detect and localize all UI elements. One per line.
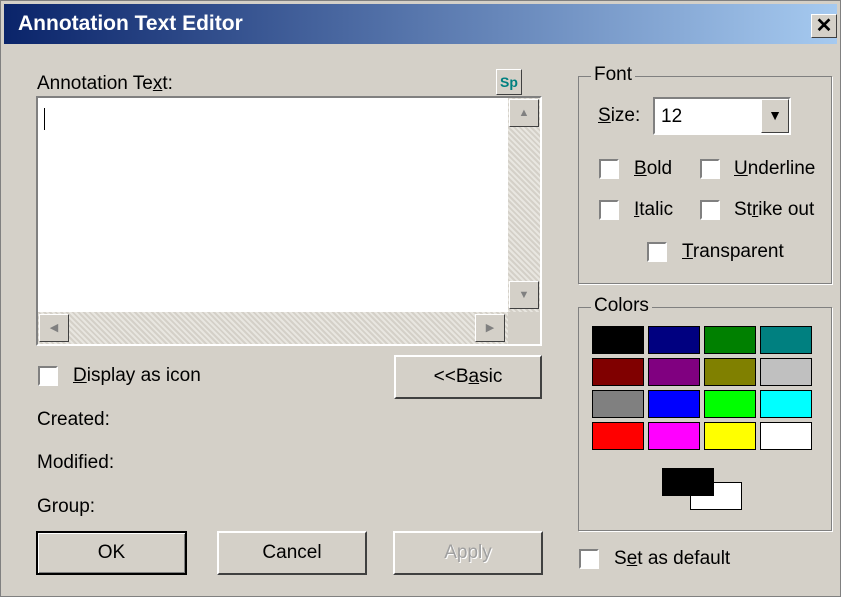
annotation-text-label-hotkey: x [152, 73, 163, 94]
underline-label[interactable]: Underline [734, 158, 815, 180]
color-swatch[interactable] [648, 358, 700, 386]
color-swatch[interactable] [704, 390, 756, 418]
italic-label[interactable]: Italic [634, 199, 673, 221]
italic-rest: talic [639, 199, 674, 220]
color-swatch[interactable] [760, 422, 812, 450]
transparent-label[interactable]: Transparent [682, 241, 784, 263]
strikeout-checkbox[interactable] [700, 200, 720, 220]
size-label-hotkey: S [598, 105, 611, 126]
display-as-icon-label[interactable]: Display as icon [73, 365, 201, 387]
color-swatch[interactable] [592, 422, 644, 450]
font-size-select[interactable]: 12 ▼ [653, 97, 791, 135]
title-bar[interactable]: Annotation Text Editor ✕ [4, 4, 837, 44]
spell-check-button[interactable]: Sp [496, 69, 522, 95]
transparent-checkbox[interactable] [647, 242, 667, 262]
close-button[interactable]: ✕ [811, 14, 837, 38]
scroll-left-arrow-icon[interactable]: ◀ [39, 314, 69, 342]
color-swatch[interactable] [648, 326, 700, 354]
set-default-rest: t as default [637, 548, 731, 569]
size-label-rest: ize: [610, 105, 641, 126]
annotation-text-label: Annotation Text: [37, 73, 173, 95]
horizontal-scrollbar[interactable]: ◀ ▶ [38, 312, 508, 344]
basic-button-hotkey: a [468, 366, 480, 387]
color-swatch[interactable] [760, 390, 812, 418]
underline-rest: nderline [747, 158, 816, 179]
annotation-text-label-suffix: t: [162, 73, 173, 94]
group-label: Group: [37, 496, 96, 517]
color-swatch[interactable] [592, 358, 644, 386]
set-default-hotkey: e [626, 548, 638, 569]
set-default-prefix: S [614, 548, 627, 569]
text-caret [44, 108, 45, 130]
ok-button[interactable]: OK [36, 531, 187, 575]
bold-checkbox[interactable] [599, 159, 619, 179]
modified-label: Modified: [37, 452, 115, 473]
annotation-text-label-prefix: Annotation Te [37, 73, 153, 94]
font-size-value: 12 [661, 106, 683, 127]
colors-group-label: Colors [591, 295, 652, 317]
chevron-down-icon[interactable]: ▼ [761, 99, 789, 133]
color-swatch[interactable] [648, 390, 700, 418]
bold-hotkey: B [634, 158, 647, 179]
set-as-default-label[interactable]: Set as default [614, 548, 730, 570]
display-as-icon-hotkey: D [73, 365, 87, 386]
apply-button[interactable]: Apply [393, 531, 543, 575]
display-as-icon-checkbox[interactable] [38, 366, 58, 386]
color-swatch[interactable] [704, 358, 756, 386]
dialog-title: Annotation Text Editor [18, 12, 243, 35]
basic-button-prefix: <<B [433, 366, 469, 387]
color-swatch[interactable] [760, 326, 812, 354]
transparent-hotkey: T [682, 241, 693, 262]
bold-label[interactable]: Bold [634, 158, 672, 180]
scrollbar-corner [508, 312, 540, 344]
underline-checkbox[interactable] [700, 159, 720, 179]
basic-button[interactable]: <<Basic [394, 355, 542, 399]
bold-rest: old [646, 158, 673, 179]
cancel-button[interactable]: Cancel [217, 531, 367, 575]
color-swatch[interactable] [592, 326, 644, 354]
scroll-down-arrow-icon[interactable]: ▼ [509, 281, 539, 309]
color-swatch[interactable] [704, 422, 756, 450]
scroll-right-arrow-icon[interactable]: ▶ [475, 314, 505, 342]
annotation-text-editor-dialog: Annotation Text Editor ✕ Annotation Text… [0, 0, 841, 597]
created-label: Created: [37, 409, 110, 430]
color-swatch[interactable] [648, 422, 700, 450]
foreground-color-swatch[interactable] [662, 468, 714, 496]
vertical-scrollbar[interactable]: ▲ ▼ [508, 98, 540, 312]
size-label: Size: [598, 105, 640, 127]
italic-checkbox[interactable] [599, 200, 619, 220]
set-as-default-checkbox[interactable] [579, 549, 599, 569]
strikeout-prefix: St [734, 199, 752, 220]
underline-hotkey: U [734, 158, 748, 179]
scroll-up-arrow-icon[interactable]: ▲ [509, 99, 539, 127]
basic-button-suffix: sic [479, 366, 503, 387]
strikeout-rest: ike out [758, 199, 815, 220]
display-as-icon-rest: isplay as icon [86, 365, 201, 386]
color-swatch[interactable] [704, 326, 756, 354]
annotation-text-area[interactable]: ▲ ▼ ◀ ▶ [36, 96, 542, 346]
color-swatch[interactable] [760, 358, 812, 386]
font-group-label: Font [591, 64, 636, 86]
strikeout-label[interactable]: Strike out [734, 199, 814, 221]
transparent-rest: ransparent [692, 241, 784, 262]
color-swatch[interactable] [592, 390, 644, 418]
